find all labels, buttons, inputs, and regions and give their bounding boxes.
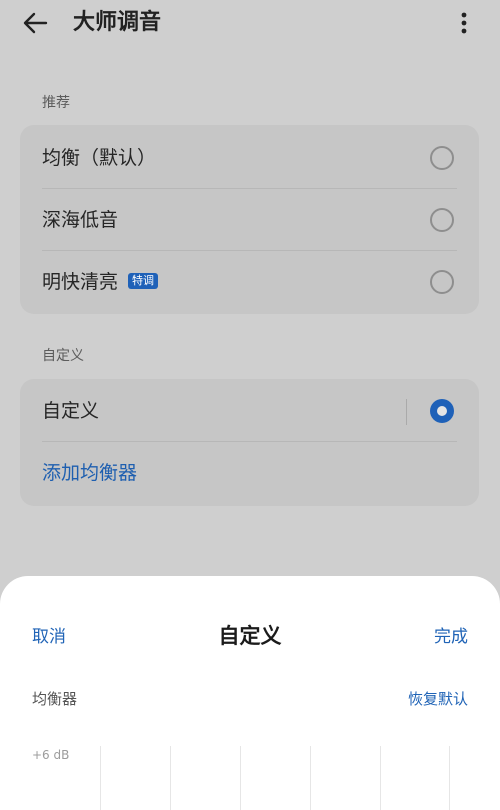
preset-row-balanced[interactable]: 均衡（默认） [20, 127, 479, 189]
more-button[interactable] [452, 8, 476, 38]
preset-row-bright-clear[interactable]: 明快清亮 特调 [20, 251, 479, 313]
more-vertical-icon [461, 12, 467, 34]
sheet-title: 自定义 [218, 624, 282, 648]
eq-band-track[interactable] [380, 746, 381, 810]
preset-row-custom[interactable]: 自定义 [20, 380, 479, 442]
add-equalizer-link[interactable]: 添加均衡器 [42, 442, 137, 504]
preset-label-wrap: 明快清亮 特调 [42, 251, 159, 313]
vertical-separator [406, 399, 407, 425]
app-bar: 大师调音 [0, 0, 500, 46]
preset-label: 明快清亮 [42, 271, 119, 293]
eq-band-track[interactable] [100, 746, 101, 810]
section-label-custom: 自定义 [42, 348, 84, 364]
eq-band-track[interactable] [449, 746, 450, 810]
preset-row-deep-bass[interactable]: 深海低音 [20, 189, 479, 251]
tuned-badge: 特调 [128, 272, 159, 289]
preset-label: 均衡（默认） [42, 147, 157, 169]
eq-band-track[interactable] [240, 746, 241, 810]
custom-eq-sheet: 取消 自定义 完成 均衡器 恢复默认 +6 dB [0, 576, 500, 810]
radio-button[interactable] [430, 146, 454, 170]
add-equalizer-row[interactable]: 添加均衡器 [20, 442, 479, 504]
page-title: 大师调音 [73, 10, 162, 35]
eq-band-track[interactable] [310, 746, 311, 810]
section-label-recommended: 推荐 [42, 95, 70, 111]
arrow-left-icon [23, 12, 48, 34]
radio-button[interactable] [430, 208, 454, 232]
radio-button-selected[interactable] [430, 399, 454, 423]
preset-label: 自定义 [42, 400, 100, 422]
restore-default-button[interactable]: 恢复默认 [408, 688, 468, 709]
recommended-card: 均衡（默认） 深海低音 明快清亮 特调 [20, 125, 479, 314]
custom-card: 自定义 添加均衡器 [20, 379, 479, 506]
preset-label: 深海低音 [42, 209, 119, 231]
eq-band-track[interactable] [170, 746, 171, 810]
radio-button[interactable] [430, 270, 454, 294]
done-button[interactable]: 完成 [434, 622, 468, 647]
db-scale-label: +6 dB [32, 748, 70, 762]
equalizer-label: 均衡器 [32, 690, 78, 708]
back-button[interactable] [20, 8, 52, 38]
